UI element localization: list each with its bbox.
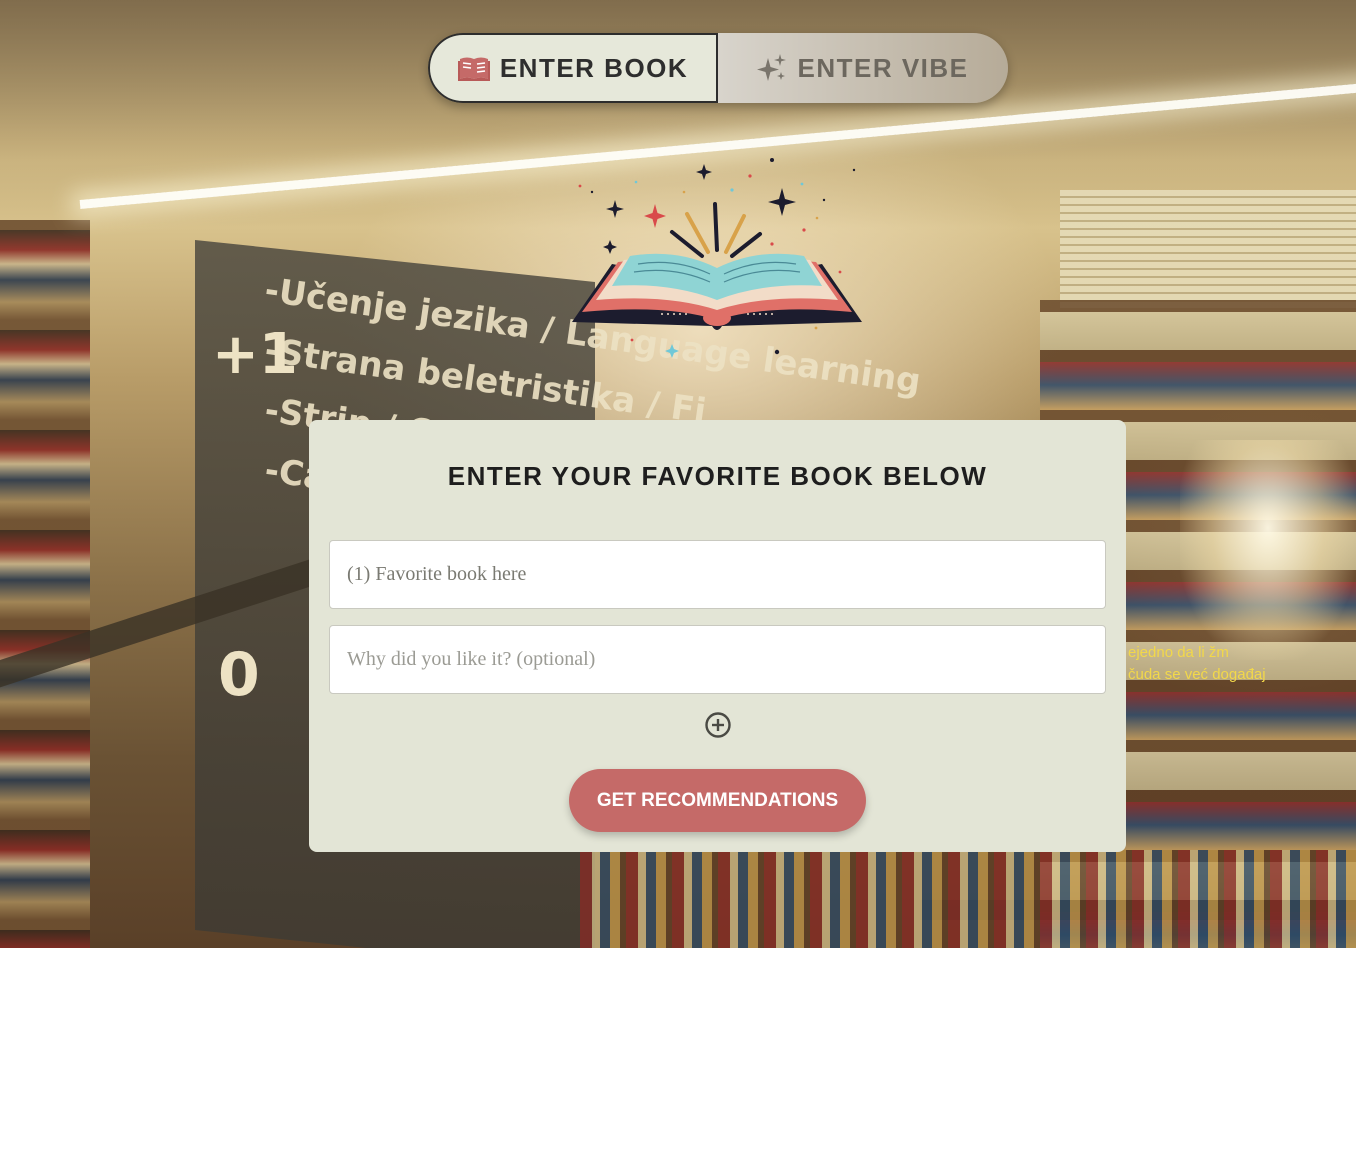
plus-circle-icon[interactable] <box>704 711 732 739</box>
sign-number-bottom: 0 <box>218 640 260 710</box>
yellow-quote-line: čuda se već događaj <box>1128 666 1266 683</box>
open-book-icon <box>457 57 490 81</box>
book-stacks <box>1060 190 1356 310</box>
reason-input[interactable] <box>329 625 1106 694</box>
left-bookshelf <box>0 220 90 948</box>
yellow-quote: ejedno da li žm čuda se već događaj <box>1128 642 1266 686</box>
enter-book-label: ENTER BOOK <box>499 52 689 83</box>
mode-toggle: ENTER BOOK ENTER VIBE <box>428 33 1008 103</box>
sign-number-top: +1 <box>212 322 298 387</box>
enter-book-tab[interactable]: ENTER BOOK <box>428 33 718 103</box>
get-recommendations-button[interactable]: GET RECOMMENDATIONS <box>569 769 866 832</box>
yellow-quote-line: ejedno da li žm <box>1128 644 1229 661</box>
open-book-sparkles-logo <box>572 158 862 358</box>
lower-bookshelf <box>580 850 1356 948</box>
favorite-book-form: ENTER YOUR FAVORITE BOOK BELOW GET RECOM… <box>309 420 1126 852</box>
form-title: ENTER YOUR FAVORITE BOOK BELOW <box>447 461 988 491</box>
enter-vibe-label: ENTER VIBE <box>797 52 969 83</box>
chandelier <box>1180 440 1356 660</box>
favorite-book-input[interactable] <box>329 540 1106 609</box>
enter-vibe-tab[interactable]: ENTER VIBE <box>718 33 1008 103</box>
sparkles-icon <box>757 54 787 81</box>
